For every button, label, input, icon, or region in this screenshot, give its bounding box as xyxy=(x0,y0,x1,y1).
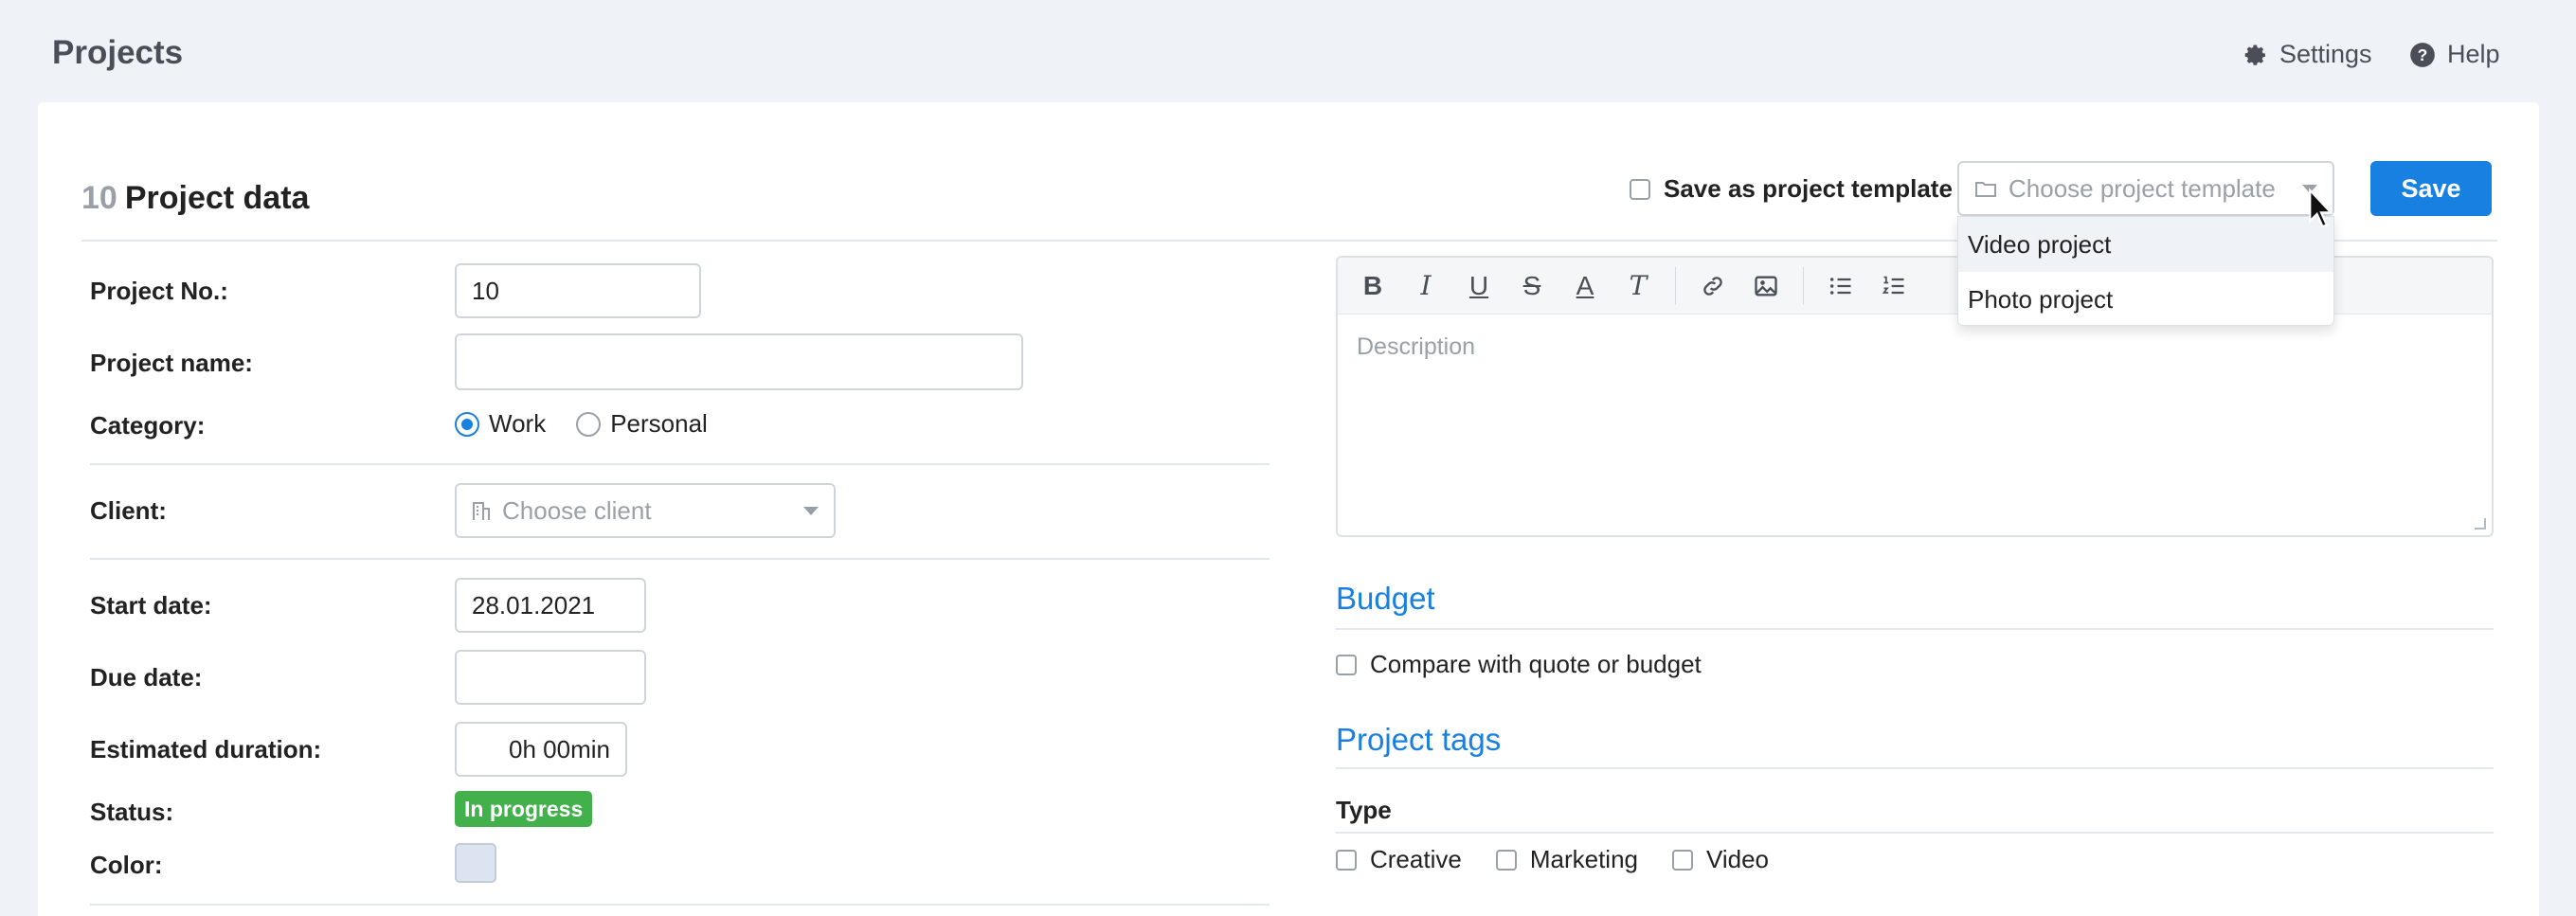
chevron-down-icon xyxy=(803,506,819,515)
mouse-cursor-icon xyxy=(2309,188,2333,228)
underline-icon[interactable]: U xyxy=(1457,264,1501,308)
divider xyxy=(90,558,1270,560)
project-no-label: Project No.: xyxy=(90,277,228,305)
type-label: Type xyxy=(1336,796,1392,824)
help-label: Help xyxy=(2447,40,2500,68)
category-label: Category: xyxy=(90,411,206,440)
type-creative-label: Creative xyxy=(1370,845,1462,873)
type-video-label: Video xyxy=(1705,845,1770,873)
template-select[interactable]: Choose project template xyxy=(1957,161,2334,216)
top-bar: Projects Settings ? Help xyxy=(0,0,2576,102)
project-no-input[interactable]: 10 xyxy=(455,263,701,318)
settings-label: Settings xyxy=(2279,40,2372,68)
numbered-list-icon[interactable] xyxy=(1872,264,1916,308)
save-as-template-option[interactable]: Save as project template xyxy=(1630,174,1953,204)
template-option-photo[interactable]: Photo project xyxy=(1958,272,2333,327)
estimated-duration-label: Estimated duration: xyxy=(90,735,322,763)
save-as-template-label: Save as project template xyxy=(1664,174,1953,203)
project-tags-heading: Project tags xyxy=(1336,722,1502,757)
bulleted-list-icon[interactable] xyxy=(1819,264,1863,308)
divider xyxy=(90,463,1270,465)
resize-handle[interactable] xyxy=(2475,518,2486,530)
image-icon[interactable] xyxy=(1744,264,1788,308)
help-icon: ? xyxy=(2410,42,2435,67)
svg-text:?: ? xyxy=(2418,45,2428,63)
type-video-checkbox[interactable] xyxy=(1671,849,1693,871)
project-number: 10 xyxy=(81,180,117,216)
due-date-input[interactable] xyxy=(455,650,646,705)
project-card: 10 Project data Save as project template … xyxy=(38,102,2539,916)
app-title: Projects xyxy=(52,34,184,71)
gear-icon xyxy=(2244,45,2265,65)
client-select-placeholder: Choose client xyxy=(502,495,652,525)
toolbar-separator xyxy=(1675,266,1676,305)
type-marketing-checkbox[interactable] xyxy=(1495,849,1517,871)
tags-divider xyxy=(1336,767,2494,769)
category-work-label: Work xyxy=(489,409,547,438)
template-select-placeholder: Choose project template xyxy=(2009,173,2276,203)
help-link[interactable]: ? Help xyxy=(2409,40,2500,69)
bullet-list-glyph xyxy=(1829,277,1851,295)
folder-icon xyxy=(1975,182,1996,197)
type-creative-checkbox[interactable] xyxy=(1336,849,1357,871)
numbered-list-glyph xyxy=(1882,276,1904,294)
status-label: Status: xyxy=(90,798,174,826)
category-radio-personal[interactable] xyxy=(576,411,602,437)
color-label: Color: xyxy=(90,851,163,879)
clear-format-icon[interactable]: T xyxy=(1616,264,1660,308)
start-date-label: Start date: xyxy=(90,591,212,620)
image-glyph xyxy=(1755,276,1777,296)
client-label: Client: xyxy=(90,496,167,525)
template-option-video[interactable]: Video project xyxy=(1958,217,2333,272)
compare-budget-checkbox[interactable] xyxy=(1336,654,1357,675)
type-options: Creative Marketing Video xyxy=(1336,845,1769,874)
description-placeholder: Description xyxy=(1357,333,1476,360)
project-name-label: Project name: xyxy=(90,349,253,377)
settings-link[interactable]: Settings xyxy=(2242,40,2372,69)
due-date-label: Due date: xyxy=(90,663,203,691)
type-divider xyxy=(1336,832,2494,834)
budget-heading: Budget xyxy=(1336,581,1435,616)
toolbar-separator xyxy=(1803,266,1804,305)
template-dropdown: Video project Photo project xyxy=(1957,216,2334,326)
client-select[interactable]: Choose client xyxy=(455,483,836,538)
category-radio-group: Work Personal xyxy=(455,409,729,439)
estimated-duration-input[interactable]: 0h 00min xyxy=(455,722,627,777)
section-title: 10 Project data xyxy=(81,180,309,217)
divider xyxy=(90,904,1270,906)
text-color-icon[interactable]: A xyxy=(1563,264,1607,308)
budget-divider xyxy=(1336,628,2494,630)
save-button[interactable]: Save xyxy=(2370,161,2492,216)
strikethrough-icon[interactable]: S xyxy=(1510,264,1554,308)
start-date-input[interactable]: 28.01.2021 xyxy=(455,578,646,633)
category-personal-label: Personal xyxy=(610,409,708,438)
compare-budget-option[interactable]: Compare with quote or budget xyxy=(1336,650,1702,679)
project-name-input[interactable] xyxy=(455,333,1023,390)
section-title-text: Project data xyxy=(124,180,310,216)
category-radio-work[interactable] xyxy=(455,411,479,437)
italic-icon[interactable]: I xyxy=(1404,264,1448,308)
building-icon xyxy=(473,502,490,520)
bold-icon[interactable]: B xyxy=(1351,264,1395,308)
type-marketing-label: Marketing xyxy=(1529,845,1638,873)
status-badge[interactable]: In progress xyxy=(455,791,593,827)
save-as-template-checkbox[interactable] xyxy=(1630,178,1650,200)
link-icon[interactable] xyxy=(1691,264,1735,308)
color-picker[interactable] xyxy=(455,843,496,883)
link-glyph xyxy=(1703,276,1722,296)
compare-budget-label: Compare with quote or budget xyxy=(1370,650,1702,678)
